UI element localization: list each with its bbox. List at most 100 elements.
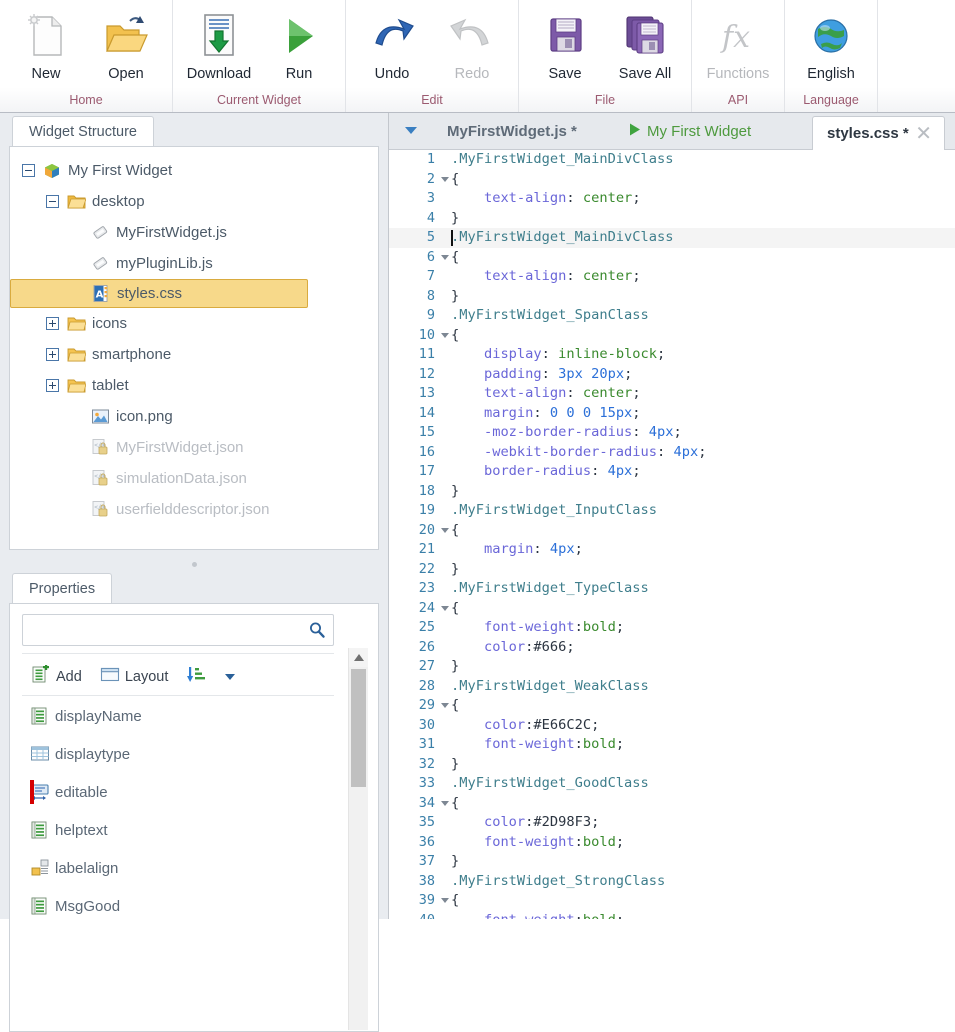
code-line[interactable]: 1 .MyFirstWidget_MainDivClass <box>389 150 955 170</box>
code-fold-toggle-icon[interactable] <box>441 254 449 260</box>
code-fold-toggle-icon[interactable] <box>441 800 449 806</box>
property-row-labelalign[interactable]: labelalign <box>10 849 346 887</box>
code-line[interactable]: 7 text-align: center; <box>389 267 955 287</box>
code-line[interactable]: 17 border-radius: 4px; <box>389 462 955 482</box>
ribbon-button-download[interactable]: Download <box>179 5 259 93</box>
ribbon-button-new[interactable]: New <box>6 5 86 93</box>
code-line[interactable]: 33 .MyFirstWidget_GoodClass <box>389 774 955 794</box>
panel-splitter[interactable] <box>0 558 388 570</box>
code-line[interactable]: 19 .MyFirstWidget_InputClass <box>389 501 955 521</box>
collapse-toggle-icon[interactable] <box>22 164 35 177</box>
property-row-helptext[interactable]: helptext <box>10 811 346 849</box>
code-line[interactable]: 39 { <box>389 891 955 911</box>
code-line[interactable]: 30 color:#E66C2C; <box>389 716 955 736</box>
tree-node-tablet[interactable]: tablet <box>10 370 378 401</box>
code-line[interactable]: 12 padding: 3px 20px; <box>389 365 955 385</box>
code-fold-toggle-icon[interactable] <box>441 176 449 182</box>
code-line[interactable]: 18} <box>389 482 955 502</box>
code-text-area[interactable]: 1 .MyFirstWidget_MainDivClass 2{3 text-ali… <box>389 150 955 919</box>
code-line[interactable]: 26 color:#666; <box>389 638 955 658</box>
tab-styles-css[interactable]: styles.css * ✕ <box>812 116 945 151</box>
code-line[interactable]: 5 .MyFirstWidget_MainDivClass <box>389 228 955 248</box>
ribbon-button-undo[interactable]: Undo <box>352 5 432 93</box>
scrollbar-thumb[interactable] <box>351 669 366 787</box>
code-fold-toggle-icon[interactable] <box>441 332 449 338</box>
code-line[interactable]: 31 font-weight:bold; <box>389 735 955 755</box>
code-line[interactable]: 16 -webkit-border-radius: 4px; <box>389 443 955 463</box>
ribbon-button-english[interactable]: English <box>791 5 871 93</box>
code-line[interactable]: 15 -moz-border-radius: 4px; <box>389 423 955 443</box>
ribbon-button-run[interactable]: Run <box>259 5 339 93</box>
code-line[interactable]: 21 margin: 4px; <box>389 540 955 560</box>
ribbon-button-save-all[interactable]: Save All <box>605 5 685 93</box>
code-line[interactable]: 29 { <box>389 696 955 716</box>
code-line[interactable]: 23 .MyFirstWidget_TypeClass <box>389 579 955 599</box>
tree-node-icon-png[interactable]: icon.png <box>10 401 378 432</box>
tab-properties[interactable]: Properties <box>12 573 113 605</box>
properties-list[interactable]: displayName displaytype editable helptext la… <box>10 697 346 1031</box>
code-line[interactable]: 8} <box>389 287 955 307</box>
expand-toggle-icon[interactable] <box>46 317 59 330</box>
code-fold-toggle-icon[interactable] <box>441 703 449 708</box>
code-line[interactable]: 35 color:#2D98F3; <box>389 813 955 833</box>
expand-toggle-icon[interactable] <box>46 379 59 392</box>
close-icon[interactable]: ✕ <box>915 124 932 144</box>
tree-node-styles-css[interactable]: Astyles.css <box>10 279 308 308</box>
tree-node-myfirstwidget-js[interactable]: MyFirstWidget.js <box>10 217 378 248</box>
collapse-toggle-icon[interactable] <box>46 195 59 208</box>
tree-node-simulationdata-json[interactable]: </> simulationData.json <box>10 463 378 494</box>
code-line[interactable]: 34 { <box>389 794 955 814</box>
code-fold-toggle-icon[interactable] <box>441 527 449 533</box>
properties-layout-button[interactable]: Layout <box>93 662 176 692</box>
tree-node-userfielddescriptor-json[interactable]: </> userfielddescriptor.json <box>10 494 378 525</box>
code-line[interactable]: 9 .MyFirstWidget_SpanClass <box>389 306 955 326</box>
tree-node-icons[interactable]: icons <box>10 308 378 339</box>
scroll-up-arrow-icon[interactable] <box>349 648 368 667</box>
code-line[interactable]: 32} <box>389 755 955 775</box>
properties-sort-button[interactable] <box>179 662 218 692</box>
code-line[interactable]: 22} <box>389 560 955 580</box>
code-line[interactable]: 37} <box>389 852 955 872</box>
tree-node-mypluginlib-js[interactable]: myPluginLib.js <box>10 248 378 279</box>
property-row-displayname[interactable]: displayName <box>10 697 346 735</box>
code-line[interactable]: 38 .MyFirstWidget_StrongClass <box>389 872 955 892</box>
property-row-displaytype[interactable]: displaytype <box>10 735 346 773</box>
code-line[interactable]: 24 { <box>389 599 955 619</box>
code-line[interactable]: 14 margin: 0 0 0 15px; <box>389 404 955 424</box>
code-line[interactable]: 6{ <box>389 248 955 268</box>
code-fold-toggle-icon[interactable] <box>441 898 449 903</box>
code-line[interactable]: 40 font-weight:bold; <box>389 911 955 920</box>
code-fold-toggle-icon[interactable] <box>441 605 449 611</box>
code-line-text: text-align: center; <box>451 190 641 206</box>
code-line[interactable]: 20 { <box>389 521 955 541</box>
tree-node-my-first-widget[interactable]: My First Widget <box>10 155 378 186</box>
tab-myfirstwidget-js[interactable]: MyFirstWidget.js * <box>437 113 587 150</box>
search-icon[interactable] <box>307 620 327 645</box>
property-row-msggood[interactable]: MsgGood <box>10 887 346 925</box>
code-line[interactable]: 36 font-weight:bold; <box>389 833 955 853</box>
code-line[interactable]: 2{ <box>389 170 955 190</box>
chevron-down-icon[interactable] <box>405 127 417 134</box>
tab-my-first-widget-preview[interactable]: My First Widget <box>619 113 761 150</box>
sort-dropdown-caret-icon[interactable] <box>225 674 236 680</box>
code-line[interactable]: 28 .MyFirstWidget_WeakClass <box>389 677 955 697</box>
properties-scrollbar[interactable] <box>348 648 368 1030</box>
tree-node-desktop[interactable]: desktop <box>10 186 378 217</box>
tree-node-myfirstwidget-json[interactable]: </> MyFirstWidget.json <box>10 432 378 463</box>
widget-structure-tree[interactable]: My First Widget desktop MyFirstWidget.js my… <box>10 147 378 549</box>
ribbon-button-open[interactable]: Open <box>86 5 166 93</box>
properties-add-button[interactable]: Add <box>24 662 89 692</box>
tree-node-smartphone[interactable]: smartphone <box>10 339 378 370</box>
code-line[interactable]: 10 { <box>389 326 955 346</box>
tab-widget-structure[interactable]: Widget Structure <box>12 116 154 148</box>
code-line[interactable]: 3 text-align: center; <box>389 189 955 209</box>
code-line[interactable]: 27} <box>389 657 955 677</box>
property-row-editable[interactable]: editable <box>10 773 346 811</box>
code-line[interactable]: 13 text-align: center; <box>389 384 955 404</box>
code-line[interactable]: 4} <box>389 209 955 229</box>
ribbon-button-save[interactable]: Save <box>525 5 605 93</box>
search-input[interactable] <box>22 614 334 646</box>
code-line[interactable]: 11 display: inline-block; <box>389 345 955 365</box>
code-line[interactable]: 25 font-weight:bold; <box>389 618 955 638</box>
expand-toggle-icon[interactable] <box>46 348 59 361</box>
